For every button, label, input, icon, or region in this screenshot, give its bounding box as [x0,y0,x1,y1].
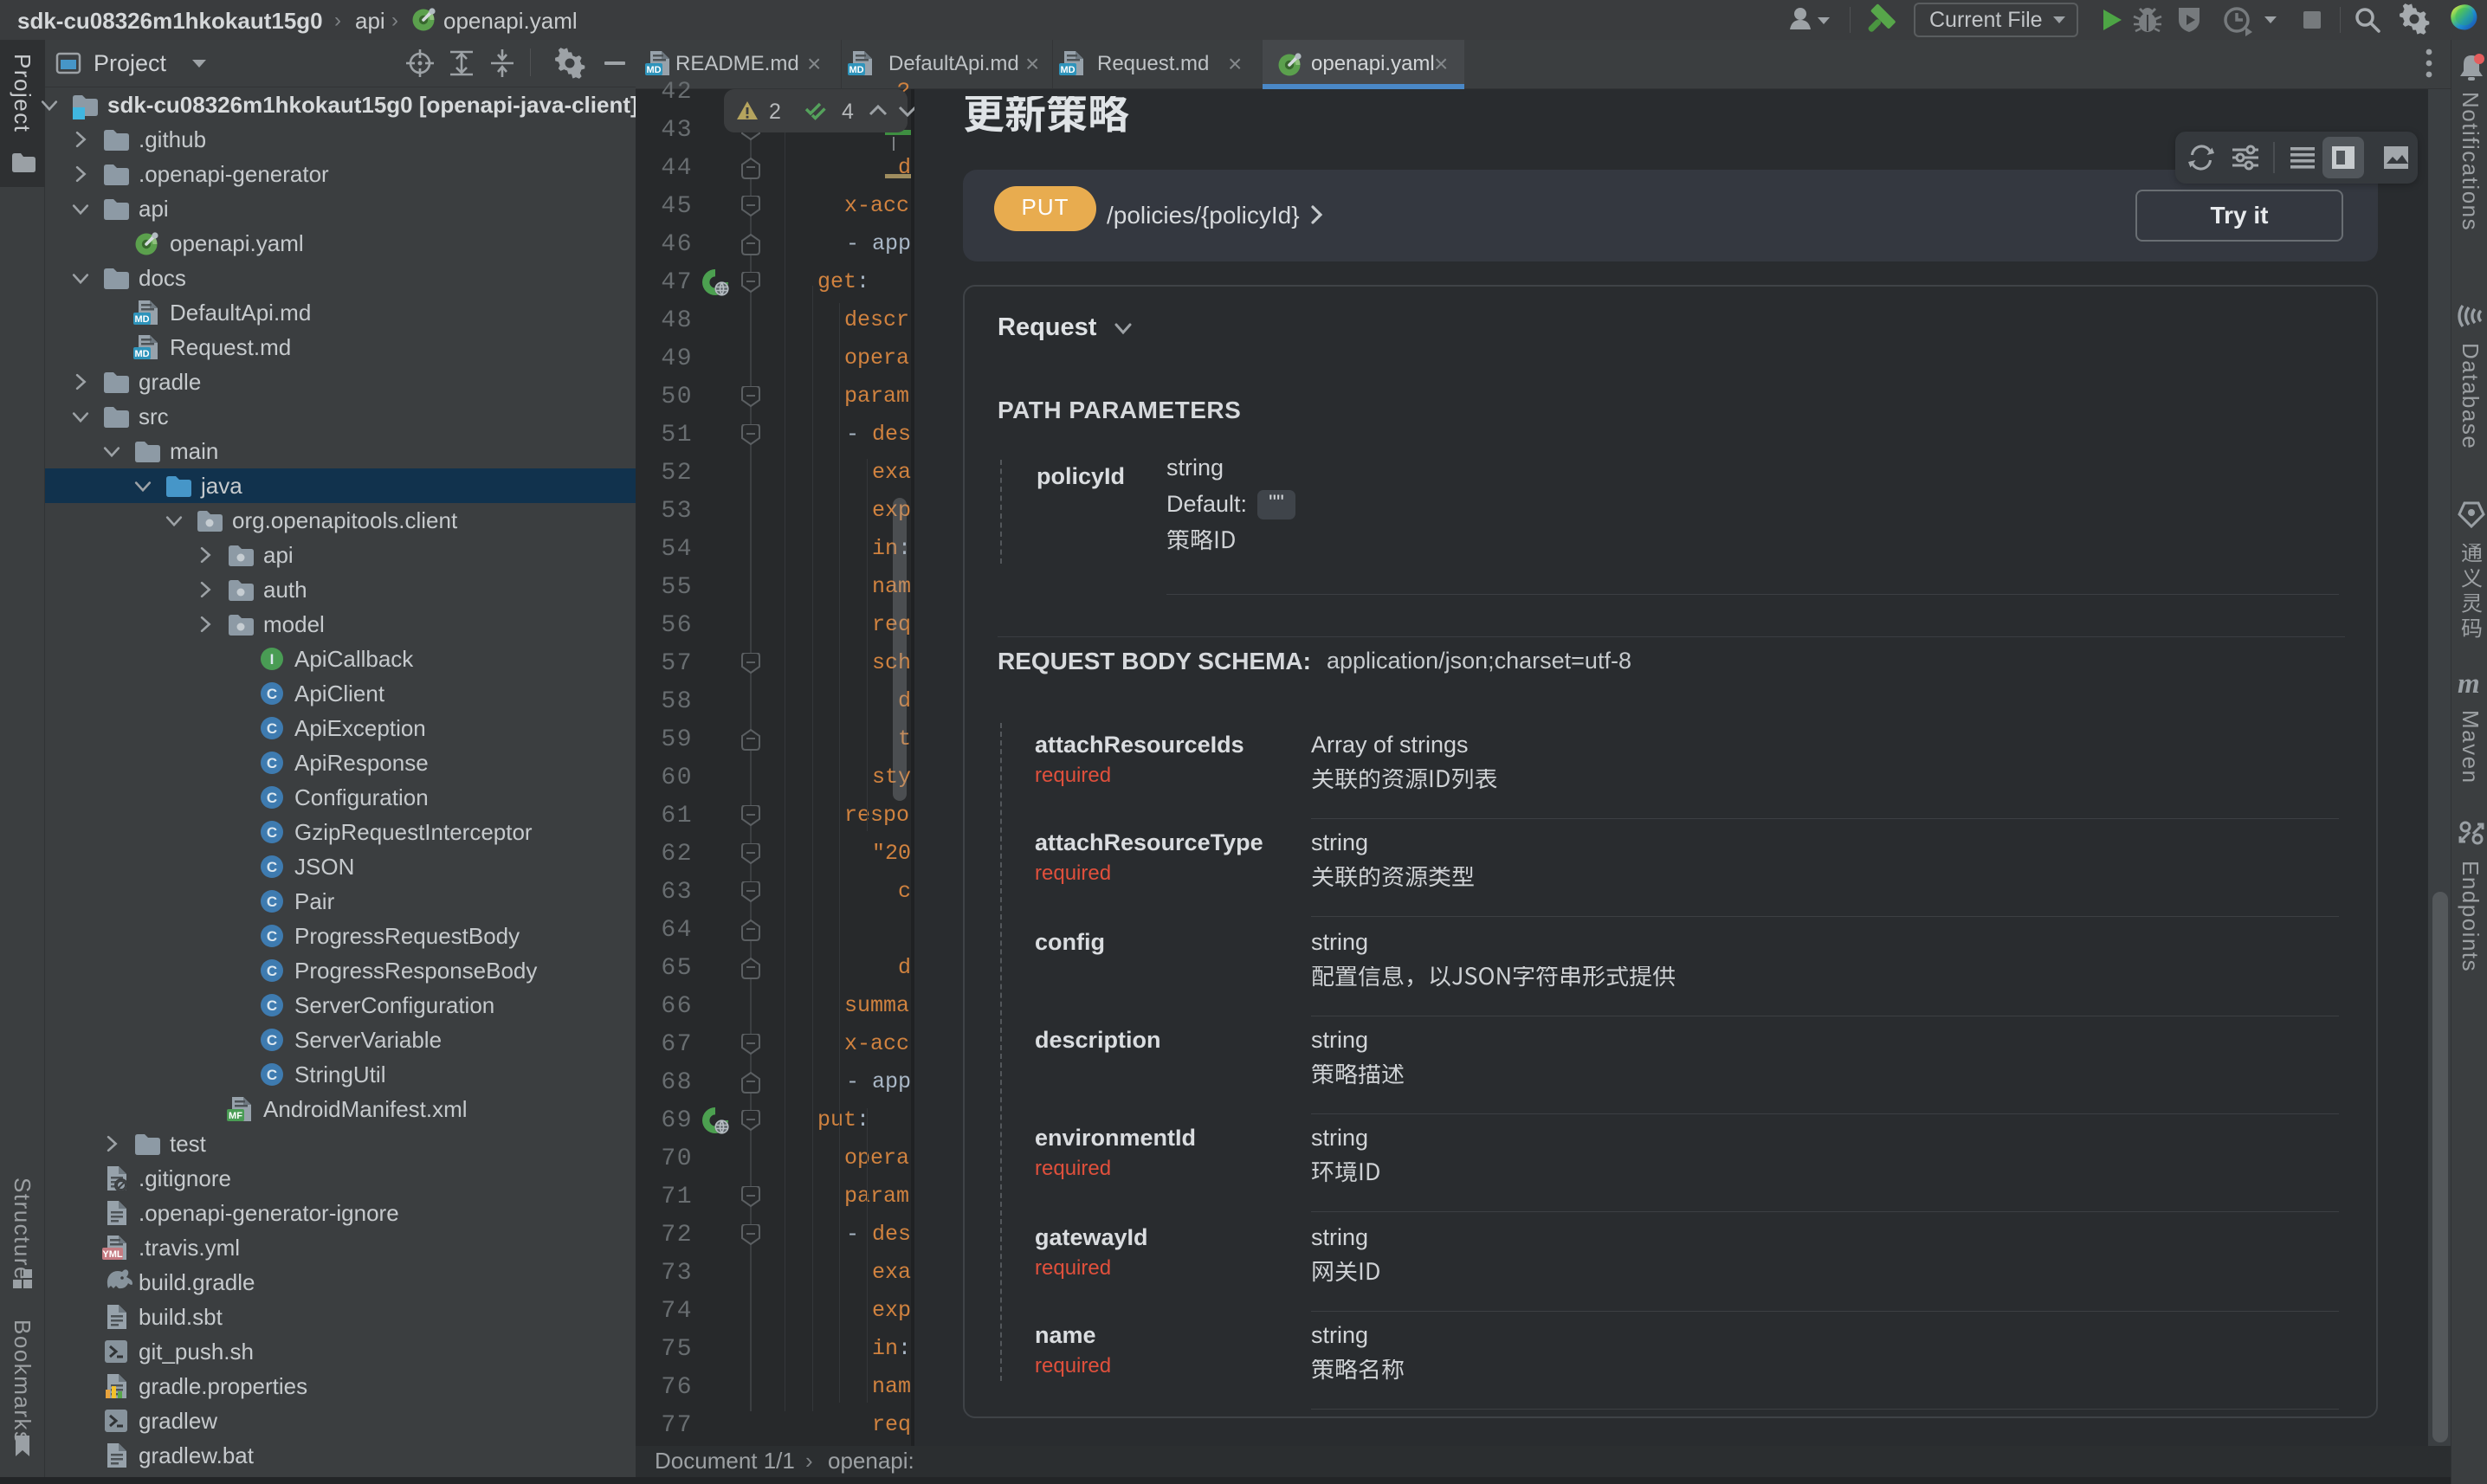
svg-text:MD: MD [1060,65,1075,75]
svg-text:MD: MD [646,65,661,75]
svg-text:MD: MD [849,65,863,75]
